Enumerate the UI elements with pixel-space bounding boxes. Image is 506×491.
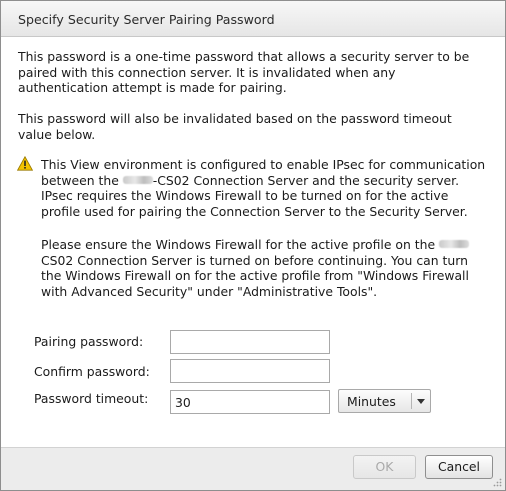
resize-grip-icon[interactable] <box>493 478 502 487</box>
intro-p1-line-2: paired with this connection server. It i… <box>18 64 396 80</box>
confirm-password-input[interactable] <box>170 359 330 383</box>
timeout-unit-value: Minutes <box>347 394 396 409</box>
warning-p2-line-1-start: Please ensure the Windows Firewall for t… <box>41 237 440 252</box>
warning-p2-line-1: Please ensure the Windows Firewall for t… <box>41 237 496 253</box>
warning-p1-line-2-end: -CS02 Connection Server and the security… <box>152 172 460 188</box>
ok-button[interactable]: OK <box>353 455 416 479</box>
warning-p1-line-2-start: between the <box>41 172 123 188</box>
intro-p2-line-1: This password will also be invalidated b… <box>18 111 452 126</box>
intro-paragraph-2: This password will also be invalidated b… <box>18 111 488 142</box>
password-timeout-input[interactable] <box>170 390 330 414</box>
cancel-button[interactable]: Cancel <box>425 455 493 479</box>
warning-p1-line-4: profile used for pairing the Connection … <box>41 203 468 219</box>
intro-p1-line-3: authentication attempt is made for pairi… <box>18 80 287 96</box>
ipsec-warning-paragraph-2: Please ensure the Windows Firewall for t… <box>41 237 496 299</box>
redacted-hostname <box>439 240 470 248</box>
dialog-titlebar[interactable]: Specify Security Server Pairing Password <box>1 1 505 37</box>
intro-p1-line-1: This password is a one-time password tha… <box>18 49 470 64</box>
warning-p1-line-2: between the -CS02 Connection Server and … <box>41 173 496 189</box>
warning-p2-line-2: CS02 Connection Server is turned on befo… <box>41 252 468 268</box>
redacted-hostname <box>122 175 153 184</box>
ipsec-warning-paragraph-1: This View environment is configured to e… <box>41 157 496 219</box>
pairing-password-dialog: Specify Security Server Pairing Password… <box>0 0 506 491</box>
intro-p2-line-2: value below. <box>18 126 96 142</box>
pairing-password-label: Pairing password: <box>34 334 144 349</box>
warning-triangle-icon <box>17 156 33 171</box>
intro-paragraph-1: This password is a one-time password tha… <box>18 49 488 96</box>
warning-p1-line-3: IPsec requires the Windows Firewall to b… <box>41 188 449 204</box>
warning-p2-line-4: with Advanced Security" under "Administr… <box>41 283 378 299</box>
password-timeout-label: Password timeout: <box>34 391 149 406</box>
dialog-title: Specify Security Server Pairing Password <box>18 12 275 27</box>
warning-p1-line-1: This View environment is configured to e… <box>41 157 486 172</box>
timeout-unit-select[interactable]: Minutes <box>338 389 431 413</box>
chevron-down-icon <box>417 399 425 404</box>
pairing-password-input[interactable] <box>170 330 330 354</box>
confirm-password-label: Confirm password: <box>34 364 150 379</box>
dialog-footer: OK Cancel <box>1 447 505 490</box>
select-divider <box>411 393 412 409</box>
warning-p2-line-3: the Windows Firewall on for the active p… <box>41 268 469 284</box>
